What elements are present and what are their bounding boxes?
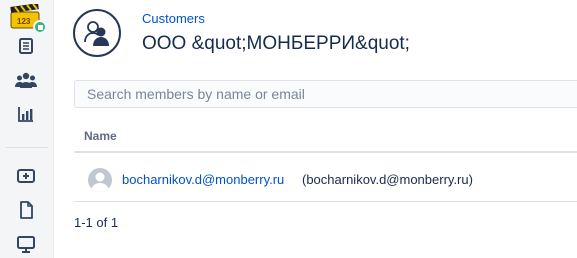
table-row: bocharnikov.d@monberry.ru (bocharnikov.d… xyxy=(74,156,577,202)
organization-icon xyxy=(84,21,109,46)
monitor-icon xyxy=(17,236,35,253)
sidebar-item-pages[interactable] xyxy=(15,199,37,221)
sidebar-item-add[interactable] xyxy=(15,165,37,187)
sidebar: 123 xyxy=(0,0,54,258)
page-title: ООО &quot;МОНБЕРРИ&quot; xyxy=(142,33,410,54)
bar-chart-icon xyxy=(18,107,33,122)
default-user-icon xyxy=(91,172,109,192)
sidebar-item-customers[interactable] xyxy=(15,69,37,91)
sidebar-item-channels[interactable] xyxy=(15,233,37,255)
sidebar-item-reports[interactable] xyxy=(15,103,37,125)
sidebar-divider xyxy=(6,147,48,148)
member-email-link[interactable]: bocharnikov.d@monberry.ru xyxy=(122,172,284,187)
column-header-name[interactable]: Name xyxy=(84,129,117,143)
svg-text:123: 123 xyxy=(17,17,31,26)
document-list-icon xyxy=(19,38,33,54)
member-email-secondary: (bocharnikov.d@monberry.ru) xyxy=(302,172,473,187)
file-icon xyxy=(20,201,33,219)
people-icon xyxy=(15,72,37,88)
organization-avatar xyxy=(73,9,121,57)
sidebar-item-queues[interactable] xyxy=(15,35,37,57)
pagination-info: 1-1 of 1 xyxy=(74,215,119,230)
status-badge-icon xyxy=(33,20,47,34)
breadcrumb-customers[interactable]: Customers xyxy=(142,11,205,26)
app-logo[interactable]: 123 xyxy=(9,3,47,34)
add-box-icon xyxy=(17,169,35,183)
avatar xyxy=(88,168,112,192)
search-members-input[interactable] xyxy=(74,80,577,108)
table-header: Name xyxy=(74,120,577,153)
